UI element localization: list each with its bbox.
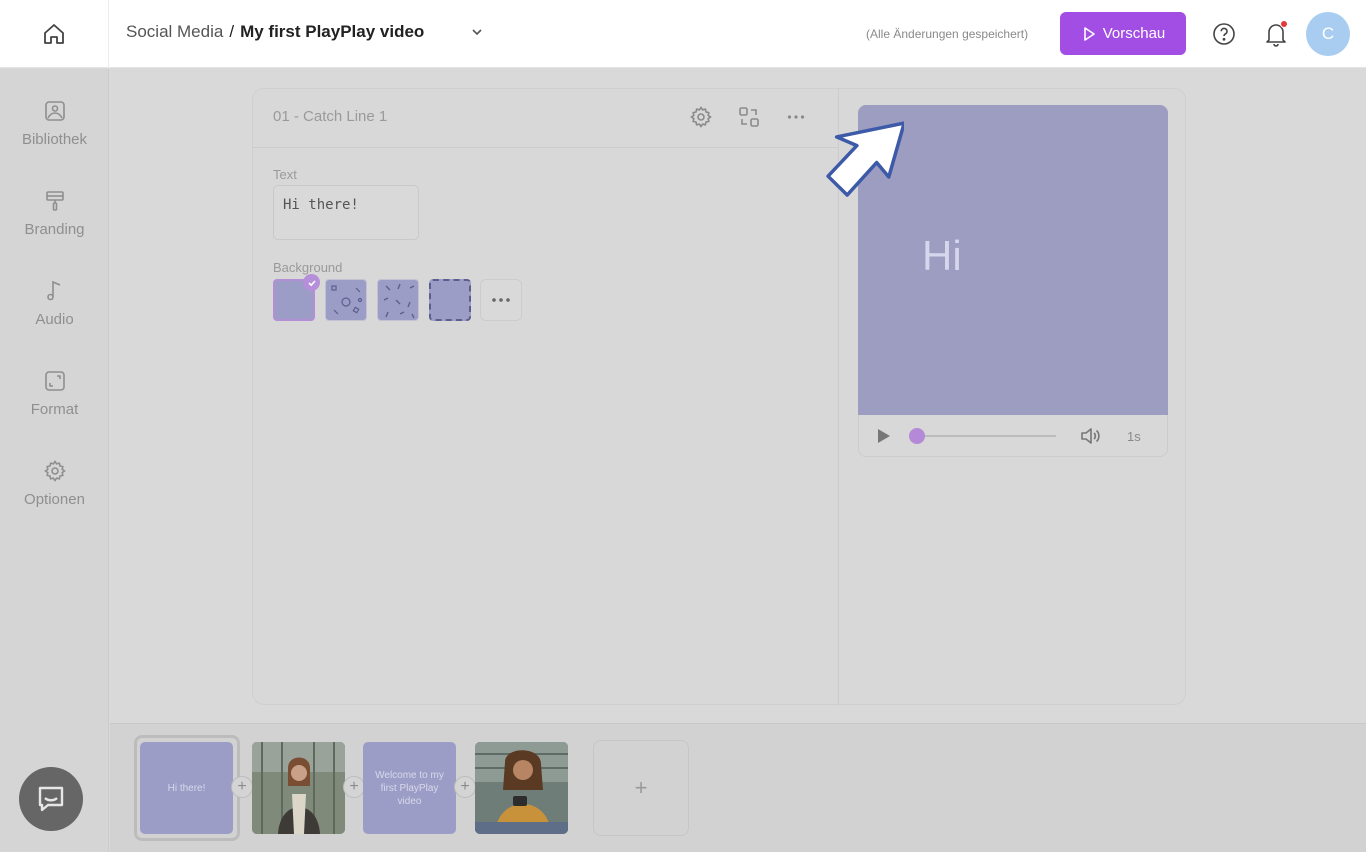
home-icon <box>44 24 64 44</box>
duration-label: 1s <box>1127 429 1141 444</box>
image-icon <box>44 101 65 121</box>
save-status: (Alle Änderungen gespeichert) <box>866 27 1029 41</box>
project-title[interactable]: My first PlayPlay video <box>240 22 424 42</box>
background-option-lines[interactable] <box>377 279 419 321</box>
help-icon[interactable] <box>1212 22 1236 46</box>
photo-thumbnail <box>475 742 568 834</box>
notification-badge <box>1280 20 1288 28</box>
top-bar: Social Media / My first PlayPlay video (… <box>0 0 1366 68</box>
play-icon[interactable] <box>876 427 892 445</box>
sidebar-item-label: Bibliothek <box>21 131 88 148</box>
add-scene-button[interactable]: + <box>593 740 689 836</box>
more-backgrounds-button[interactable] <box>480 279 522 321</box>
breadcrumb-parent[interactable]: Social Media <box>126 22 223 42</box>
scene-thumbnail-2[interactable] <box>252 742 345 834</box>
scene-title: 01 - Catch Line 1 <box>273 108 388 125</box>
more-options-icon[interactable] <box>784 105 808 129</box>
breadcrumb: Social Media / My first PlayPlay video <box>126 22 484 42</box>
insert-scene-button[interactable]: + <box>231 776 253 798</box>
text-field-label: Text <box>273 167 297 182</box>
resize-icon <box>44 371 65 391</box>
sidebar-item-audio[interactable]: Audio <box>0 279 109 349</box>
progress-track[interactable] <box>916 435 1056 437</box>
sidebar-item-label: Branding <box>24 221 85 238</box>
volume-icon[interactable] <box>1079 425 1101 447</box>
scene-header-divider <box>252 147 838 148</box>
sidebar-item-label: Format <box>30 401 79 418</box>
preview-label: Vorschau <box>1102 25 1166 42</box>
insert-scene-button[interactable]: + <box>343 776 365 798</box>
breadcrumb-separator: / <box>229 22 235 41</box>
settings-icon[interactable] <box>689 105 713 129</box>
scene-thumbnail-3[interactable]: Welcome to my first PlayPlay video <box>363 742 456 834</box>
check-icon <box>303 274 320 291</box>
scene-thumbnail-1[interactable]: Hi there! <box>140 742 233 834</box>
sidebar-item-options[interactable]: Optionen <box>0 459 109 529</box>
music-note-icon <box>46 280 60 301</box>
chevron-down-icon[interactable] <box>470 25 484 39</box>
chat-icon <box>38 786 64 812</box>
sidebar-item-library[interactable]: Bibliothek <box>0 99 109 169</box>
insert-scene-button[interactable]: + <box>454 776 476 798</box>
avatar[interactable]: C <box>1306 12 1350 56</box>
background-option-frame[interactable] <box>429 279 471 321</box>
cursor-arrow-icon <box>826 121 904 197</box>
sidebar-item-format[interactable]: Format <box>0 369 109 439</box>
sidebar-item-branding[interactable]: Branding <box>0 189 109 259</box>
video-preview[interactable] <box>858 105 1168 415</box>
background-field-label: Background <box>273 260 343 275</box>
preview-button[interactable]: Vorschau <box>1060 12 1186 55</box>
progress-handle[interactable] <box>909 428 925 444</box>
preview-caption: Hi <box>922 232 962 279</box>
swap-template-icon[interactable] <box>737 105 761 129</box>
photo-thumbnail <box>252 742 345 834</box>
background-option-shapes[interactable] <box>325 279 367 321</box>
home-button[interactable] <box>0 0 109 68</box>
sidebar-item-label: Optionen <box>24 491 85 508</box>
play-outline-icon <box>1083 26 1095 41</box>
chat-launcher-button[interactable] <box>19 767 83 831</box>
scene-thumbnail-4[interactable] <box>475 742 568 834</box>
sidebar: Bibliothek Branding Audio Format Optione… <box>0 69 109 852</box>
sidebar-item-label: Audio <box>35 311 74 328</box>
scene-text-input[interactable]: Hi there! <box>273 185 419 240</box>
gear-icon <box>43 460 66 482</box>
paint-roller-icon <box>45 191 64 211</box>
